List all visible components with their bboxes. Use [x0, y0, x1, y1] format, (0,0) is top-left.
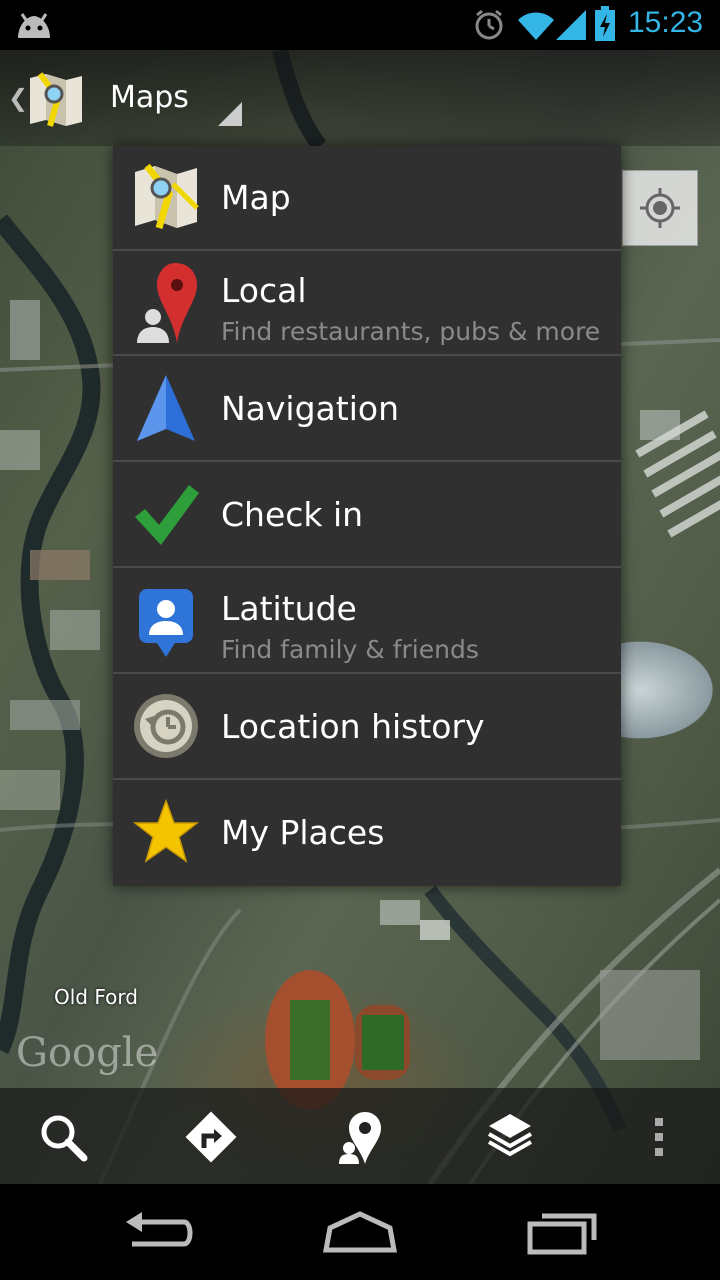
menu-item-sublabel: Find family & friends	[221, 635, 479, 664]
menu-item-map[interactable]: Map	[113, 146, 621, 251]
search-icon[interactable]	[28, 1102, 98, 1172]
battery-charging-icon	[595, 6, 615, 41]
clock: 15:23	[628, 6, 704, 39]
menu-item-navigation[interactable]: Navigation	[113, 357, 621, 462]
crosshair-icon	[640, 188, 680, 228]
checkmark-icon	[135, 485, 199, 545]
menu-item-label: Location history	[221, 707, 485, 746]
app-title[interactable]: Maps	[110, 80, 189, 115]
up-caret-icon[interactable]: ❮	[8, 84, 28, 112]
menu-item-label: Latitude	[221, 589, 357, 628]
overflow-menu-icon[interactable]	[624, 1102, 694, 1172]
recent-apps-icon[interactable]	[522, 1208, 602, 1258]
map-icon	[135, 164, 199, 229]
navigation-arrow-icon	[137, 375, 195, 441]
status-bar: 15:23	[0, 0, 720, 50]
menu-item-label: Map	[221, 178, 291, 217]
menu-item-label: Navigation	[221, 389, 399, 428]
signal-icon	[556, 10, 586, 40]
maps-app-icon[interactable]	[28, 72, 84, 128]
system-nav-bar	[0, 1184, 720, 1280]
menu-item-label: Local	[221, 271, 307, 310]
menu-item-my-places[interactable]: My Places	[113, 781, 621, 886]
apps-dropdown-menu: Map Local Find restaurants, pubs & more …	[113, 146, 621, 886]
menu-item-label: My Places	[221, 813, 385, 852]
menu-item-location-history[interactable]: Location history	[113, 675, 621, 780]
menu-item-local[interactable]: Local Find restaurants, pubs & more	[113, 251, 621, 356]
dropdown-indicator-icon[interactable]	[218, 102, 242, 126]
alarm-icon	[475, 9, 503, 40]
map-toolbar	[0, 1088, 720, 1184]
places-icon[interactable]	[325, 1102, 395, 1172]
local-pin-icon	[137, 263, 197, 343]
latitude-icon	[139, 589, 193, 657]
menu-item-check-in[interactable]: Check in	[113, 463, 621, 568]
location-history-icon	[134, 694, 198, 758]
directions-icon[interactable]	[176, 1102, 246, 1172]
menu-item-latitude[interactable]: Latitude Find family & friends	[113, 569, 621, 674]
my-location-button[interactable]	[622, 170, 698, 246]
map-place-label: Old Ford	[54, 985, 138, 1009]
star-icon	[133, 799, 199, 863]
android-icon	[18, 13, 50, 38]
action-bar: ❮ Maps	[0, 50, 720, 146]
back-icon[interactable]	[120, 1208, 200, 1258]
menu-item-label: Check in	[221, 495, 364, 534]
menu-item-sublabel: Find restaurants, pubs & more	[221, 317, 601, 346]
layers-icon[interactable]	[475, 1102, 545, 1172]
google-watermark: Google	[16, 1030, 159, 1076]
home-icon[interactable]	[320, 1208, 400, 1258]
wifi-icon	[518, 12, 554, 40]
